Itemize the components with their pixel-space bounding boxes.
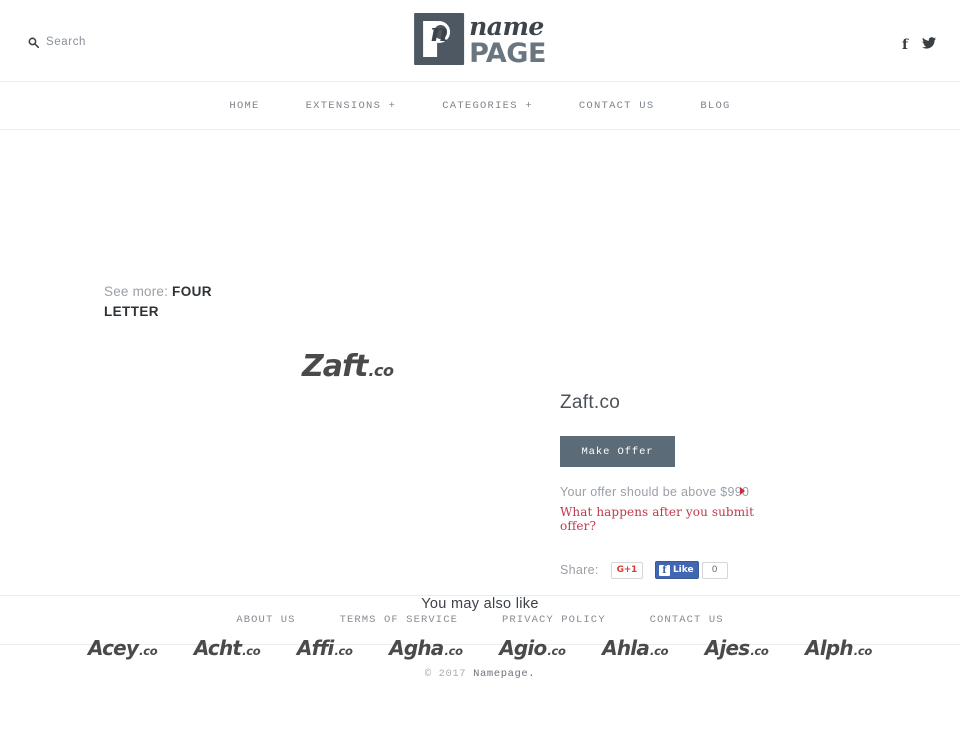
copyright-year: © 2017 bbox=[424, 668, 467, 680]
nav-item-categories[interactable]: CATEGORIES + bbox=[419, 100, 556, 112]
list-item[interactable]: Acht .co bbox=[194, 636, 261, 660]
facebook-f-icon: f bbox=[658, 564, 670, 576]
also-like-heading: You may also like bbox=[421, 596, 539, 612]
nav-item-home[interactable]: HOME bbox=[206, 100, 282, 112]
see-more-block: See more: FOUR LETTER bbox=[104, 282, 254, 322]
page-title: Zaft.co bbox=[560, 392, 621, 413]
nav-item-extensions[interactable]: EXTENSIONS + bbox=[283, 100, 420, 112]
logo-name-text: name bbox=[469, 12, 544, 41]
suggested-domain-tld: .co bbox=[547, 644, 566, 658]
suggested-domain-tld: .co bbox=[750, 644, 769, 658]
minimum-offer-text: Your offer should be above $990 bbox=[560, 485, 750, 499]
site-logo[interactable]: n name PAGE bbox=[414, 13, 546, 67]
footer-link-terms-of-service[interactable]: TERMS OF SERVICE bbox=[318, 614, 480, 626]
facebook-like-widget: f Like 0 bbox=[654, 561, 728, 579]
list-item[interactable]: Acey .co bbox=[88, 636, 158, 660]
share-row: Share: G+1 f Like 0 bbox=[560, 561, 790, 579]
logo-mark-letter: n bbox=[430, 18, 449, 47]
share-label: Share: bbox=[560, 563, 599, 577]
footer-link-contact-us[interactable]: CONTACT US bbox=[628, 614, 746, 626]
site-header: Search n name PAGE f bbox=[0, 0, 960, 82]
list-item[interactable]: Alph .co bbox=[805, 636, 872, 660]
footer-link-privacy-policy[interactable]: PRIVACY POLICY bbox=[480, 614, 628, 626]
offer-marker-icon bbox=[740, 487, 745, 495]
suggested-domain-sld: Acey bbox=[88, 636, 139, 660]
suggested-domain-sld: Acht bbox=[193, 636, 242, 660]
suggested-domain-tld: .co bbox=[139, 644, 158, 658]
suggested-domain-sld: Alph bbox=[805, 636, 853, 660]
logo-mark-icon: n bbox=[414, 13, 465, 65]
suggested-domain-tld: .co bbox=[334, 644, 353, 658]
domain-artwork-tld: .co bbox=[368, 361, 394, 380]
nav-item-contact-us[interactable]: CONTACT US bbox=[556, 100, 678, 112]
nav-item-blog[interactable]: BLOG bbox=[677, 100, 753, 112]
suggested-domain-sld: Agha bbox=[389, 636, 444, 660]
also-like-list: Acey .co Acht .co Affi .co Agha .co Agio… bbox=[88, 636, 872, 660]
list-item[interactable]: Ahla .co bbox=[602, 636, 668, 660]
logo-page-text: PAGE bbox=[469, 38, 546, 69]
facebook-like-label: Like bbox=[672, 565, 694, 575]
see-more-label: See more: bbox=[104, 284, 169, 299]
list-item[interactable]: Agha .co bbox=[389, 636, 463, 660]
suggested-domain-sld: Ajes bbox=[704, 636, 750, 660]
google-plus-one-button[interactable]: G+1 bbox=[610, 561, 643, 579]
twitter-icon[interactable] bbox=[922, 36, 936, 54]
footer-link-about-us[interactable]: ABOUT US bbox=[214, 614, 317, 626]
suggested-domain-sld: Agio bbox=[499, 636, 547, 660]
suggested-domain-tld: .co bbox=[444, 644, 463, 658]
domain-artwork: Zaft .co bbox=[302, 349, 394, 384]
main-navigation: HOME EXTENSIONS + CATEGORIES + CONTACT U… bbox=[0, 82, 960, 130]
suggested-domain-tld: .co bbox=[853, 644, 872, 658]
facebook-like-button[interactable]: f Like bbox=[654, 561, 699, 579]
suggested-domain-sld: Ahla bbox=[602, 636, 650, 660]
domain-detail-panel: Zaft.co Make Offer Your offer should be … bbox=[560, 392, 790, 579]
make-offer-button[interactable]: Make Offer bbox=[560, 436, 675, 467]
list-item[interactable]: Agio .co bbox=[499, 636, 566, 660]
facebook-like-count: 0 bbox=[701, 561, 728, 579]
suggested-domain-tld: .co bbox=[650, 644, 669, 658]
minimum-offer-note: Your offer should be above $990 bbox=[560, 483, 765, 501]
facebook-icon[interactable]: f bbox=[902, 38, 908, 52]
search-icon bbox=[28, 37, 39, 48]
copyright-brand: Namepage. bbox=[473, 668, 536, 680]
suggested-domain-sld: Affi bbox=[296, 636, 334, 660]
submit-offer-help-link[interactable]: What happens after you submit offer? bbox=[560, 505, 790, 533]
list-item[interactable]: Affi .co bbox=[297, 636, 353, 660]
main-content: See more: FOUR LETTER Zaft .co Zaft.co M… bbox=[0, 130, 960, 660]
list-item[interactable]: Ajes .co bbox=[705, 636, 769, 660]
search-button[interactable]: Search bbox=[28, 36, 86, 48]
search-label: Search bbox=[46, 36, 87, 48]
social-links: f bbox=[902, 36, 936, 54]
suggested-domain-tld: .co bbox=[242, 644, 261, 658]
logo-wordmark: name PAGE bbox=[469, 13, 546, 67]
domain-artwork-sld: Zaft bbox=[302, 349, 368, 384]
